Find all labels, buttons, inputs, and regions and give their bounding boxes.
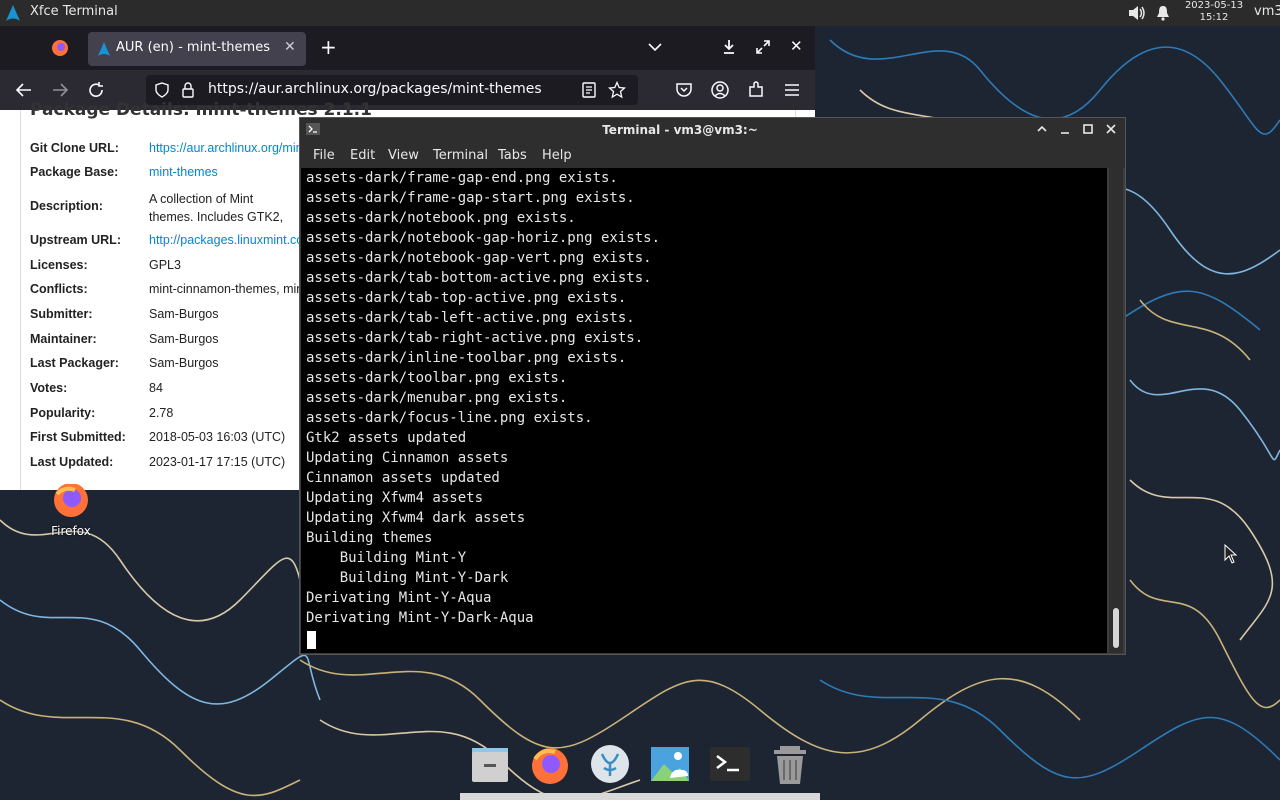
- image-viewer-icon[interactable]: [648, 742, 692, 786]
- terminal-scrollbar[interactable]: [1109, 168, 1123, 653]
- terminal-dock-icon[interactable]: [708, 742, 752, 786]
- tab-aur-mint-themes[interactable]: AUR (en) - mint-themes ✕: [88, 32, 306, 66]
- download-icon[interactable]: [720, 37, 738, 57]
- restore-window-icon[interactable]: [754, 38, 772, 56]
- notification-bell-icon[interactable]: [1155, 5, 1171, 21]
- menu-file[interactable]: File: [313, 148, 335, 163]
- terminal-window: Terminal - vm3@vm3:~ File Edit View Term…: [299, 117, 1126, 655]
- desktop-firefox-launcher[interactable]: Firefox: [40, 484, 102, 544]
- terminal-titlebar[interactable]: Terminal - vm3@vm3:~: [300, 118, 1125, 142]
- terminal-line: Updating Xfwm4 dark assets: [306, 510, 526, 526]
- terminal-line: assets-dark/notebook-gap-vert.png exists…: [306, 250, 652, 266]
- arch-favicon-icon: [98, 42, 110, 56]
- reader-view-icon[interactable]: [580, 81, 598, 99]
- terminal-line: assets-dark/frame-gap-end.png exists.: [306, 170, 618, 186]
- terminal-line: Building themes: [306, 530, 433, 546]
- clock[interactable]: 2023-05-13 15:12: [1180, 0, 1248, 24]
- url-text: https://aur.archlinux.org/packages/mint-…: [208, 81, 542, 97]
- terminal-line: Gtk2 assets updated: [306, 430, 467, 446]
- maximize-icon[interactable]: [1081, 122, 1095, 136]
- terminal-line: Building Mint-Y: [306, 550, 467, 566]
- firefox-icon: [54, 484, 88, 517]
- account-icon[interactable]: [710, 80, 730, 100]
- tab-title: AUR (en) - mint-themes: [116, 40, 270, 55]
- menu-view[interactable]: View: [388, 148, 419, 163]
- menu-edit[interactable]: Edit: [350, 148, 375, 163]
- dock: [460, 738, 820, 794]
- trash-icon[interactable]: [768, 742, 812, 786]
- back-arrow-icon[interactable]: [14, 80, 34, 100]
- tracking-protection-shield-icon[interactable]: [154, 82, 170, 98]
- menu-help[interactable]: Help: [542, 148, 572, 163]
- terminal-line: assets-dark/focus-line.png exists.: [306, 410, 593, 426]
- terminal-line: Building Mint-Y-Dark: [306, 570, 509, 586]
- terminal-line: assets-dark/tab-bottom-active.png exists…: [306, 270, 652, 286]
- terminal-line: Cinnamon assets updated: [306, 470, 500, 486]
- terminal-line: assets-dark/notebook.png exists.: [306, 210, 576, 226]
- terminal-cursor: [307, 631, 316, 649]
- terminal-line: Updating Cinnamon assets: [306, 450, 509, 466]
- desktop-icon-label: Firefox: [51, 524, 91, 538]
- clock-time: 15:12: [1199, 12, 1229, 23]
- bookmark-star-icon[interactable]: [608, 81, 626, 99]
- menu-tabs[interactable]: Tabs: [498, 148, 527, 163]
- close-icon[interactable]: [1104, 122, 1118, 136]
- menu-terminal[interactable]: Terminal: [433, 148, 488, 163]
- terminal-menubar: File Edit View Terminal Tabs Help: [300, 142, 1125, 168]
- pocket-icon[interactable]: [674, 80, 694, 100]
- terminal-title: Terminal - vm3@vm3:~: [602, 123, 758, 137]
- tab-close-icon[interactable]: ✕: [284, 39, 296, 55]
- arch-logo-icon[interactable]: [4, 4, 22, 22]
- terminal-line: assets-dark/tab-right-active.png exists.: [306, 330, 644, 346]
- active-window-title: Xfce Terminal: [30, 4, 118, 19]
- app-finder-icon[interactable]: [588, 742, 632, 786]
- terminal-line: assets-dark/frame-gap-start.png exists.: [306, 190, 635, 206]
- scrollbar-thumb[interactable]: [1113, 608, 1119, 648]
- user-menu[interactable]: vm3: [1254, 4, 1280, 19]
- terminal-output[interactable]: assets-dark/frame-gap-end.png exists. ass…: [301, 168, 1107, 653]
- shade-chevron-up-icon[interactable]: [1035, 122, 1049, 136]
- terminal-line: Derivating Mint-Y-Dark-Aqua: [306, 610, 534, 626]
- list-all-tabs-icon[interactable]: [646, 38, 664, 56]
- forward-arrow-icon[interactable]: [50, 80, 70, 100]
- terminal-line: assets-dark/menubar.png exists.: [306, 390, 568, 406]
- terminal-lines: assets-dark/frame-gap-end.png exists. ass…: [306, 168, 660, 628]
- volume-icon[interactable]: [1128, 5, 1146, 21]
- reload-icon[interactable]: [86, 80, 106, 100]
- terminal-line: assets-dark/toolbar.png exists.: [306, 370, 568, 386]
- top-panel: Xfce Terminal 2023-05-13 15:12 vm3: [0, 0, 1280, 26]
- firefox-pinned-tab-icon[interactable]: [44, 34, 76, 62]
- hamburger-menu-icon[interactable]: [782, 80, 802, 100]
- terminal-line: Updating Xfwm4 assets: [306, 490, 484, 506]
- clock-date: 2023-05-13: [1184, 0, 1244, 11]
- terminal-line: assets-dark/inline-toolbar.png exists.: [306, 350, 627, 366]
- minimize-icon[interactable]: [1058, 122, 1072, 136]
- firefox-tab-bar: AUR (en) - mint-themes ✕ + ✕: [0, 26, 815, 70]
- terminal-line: assets-dark/notebook-gap-horiz.png exist…: [306, 230, 661, 246]
- terminal-line: assets-dark/tab-top-active.png exists.: [306, 290, 627, 306]
- firefox-dock-icon[interactable]: [528, 742, 572, 786]
- extensions-icon[interactable]: [746, 80, 766, 100]
- close-window-icon[interactable]: ✕: [790, 37, 803, 55]
- terminal-line: assets-dark/tab-left-active.png exists.: [306, 310, 635, 326]
- mouse-pointer-icon: [1224, 544, 1238, 564]
- dock-bottom-bar: [460, 793, 820, 800]
- terminal-line: Derivating Mint-Y-Aqua: [306, 590, 492, 606]
- file-manager-icon[interactable]: [468, 742, 512, 786]
- lock-icon[interactable]: [180, 81, 196, 99]
- new-tab-button[interactable]: +: [320, 35, 337, 59]
